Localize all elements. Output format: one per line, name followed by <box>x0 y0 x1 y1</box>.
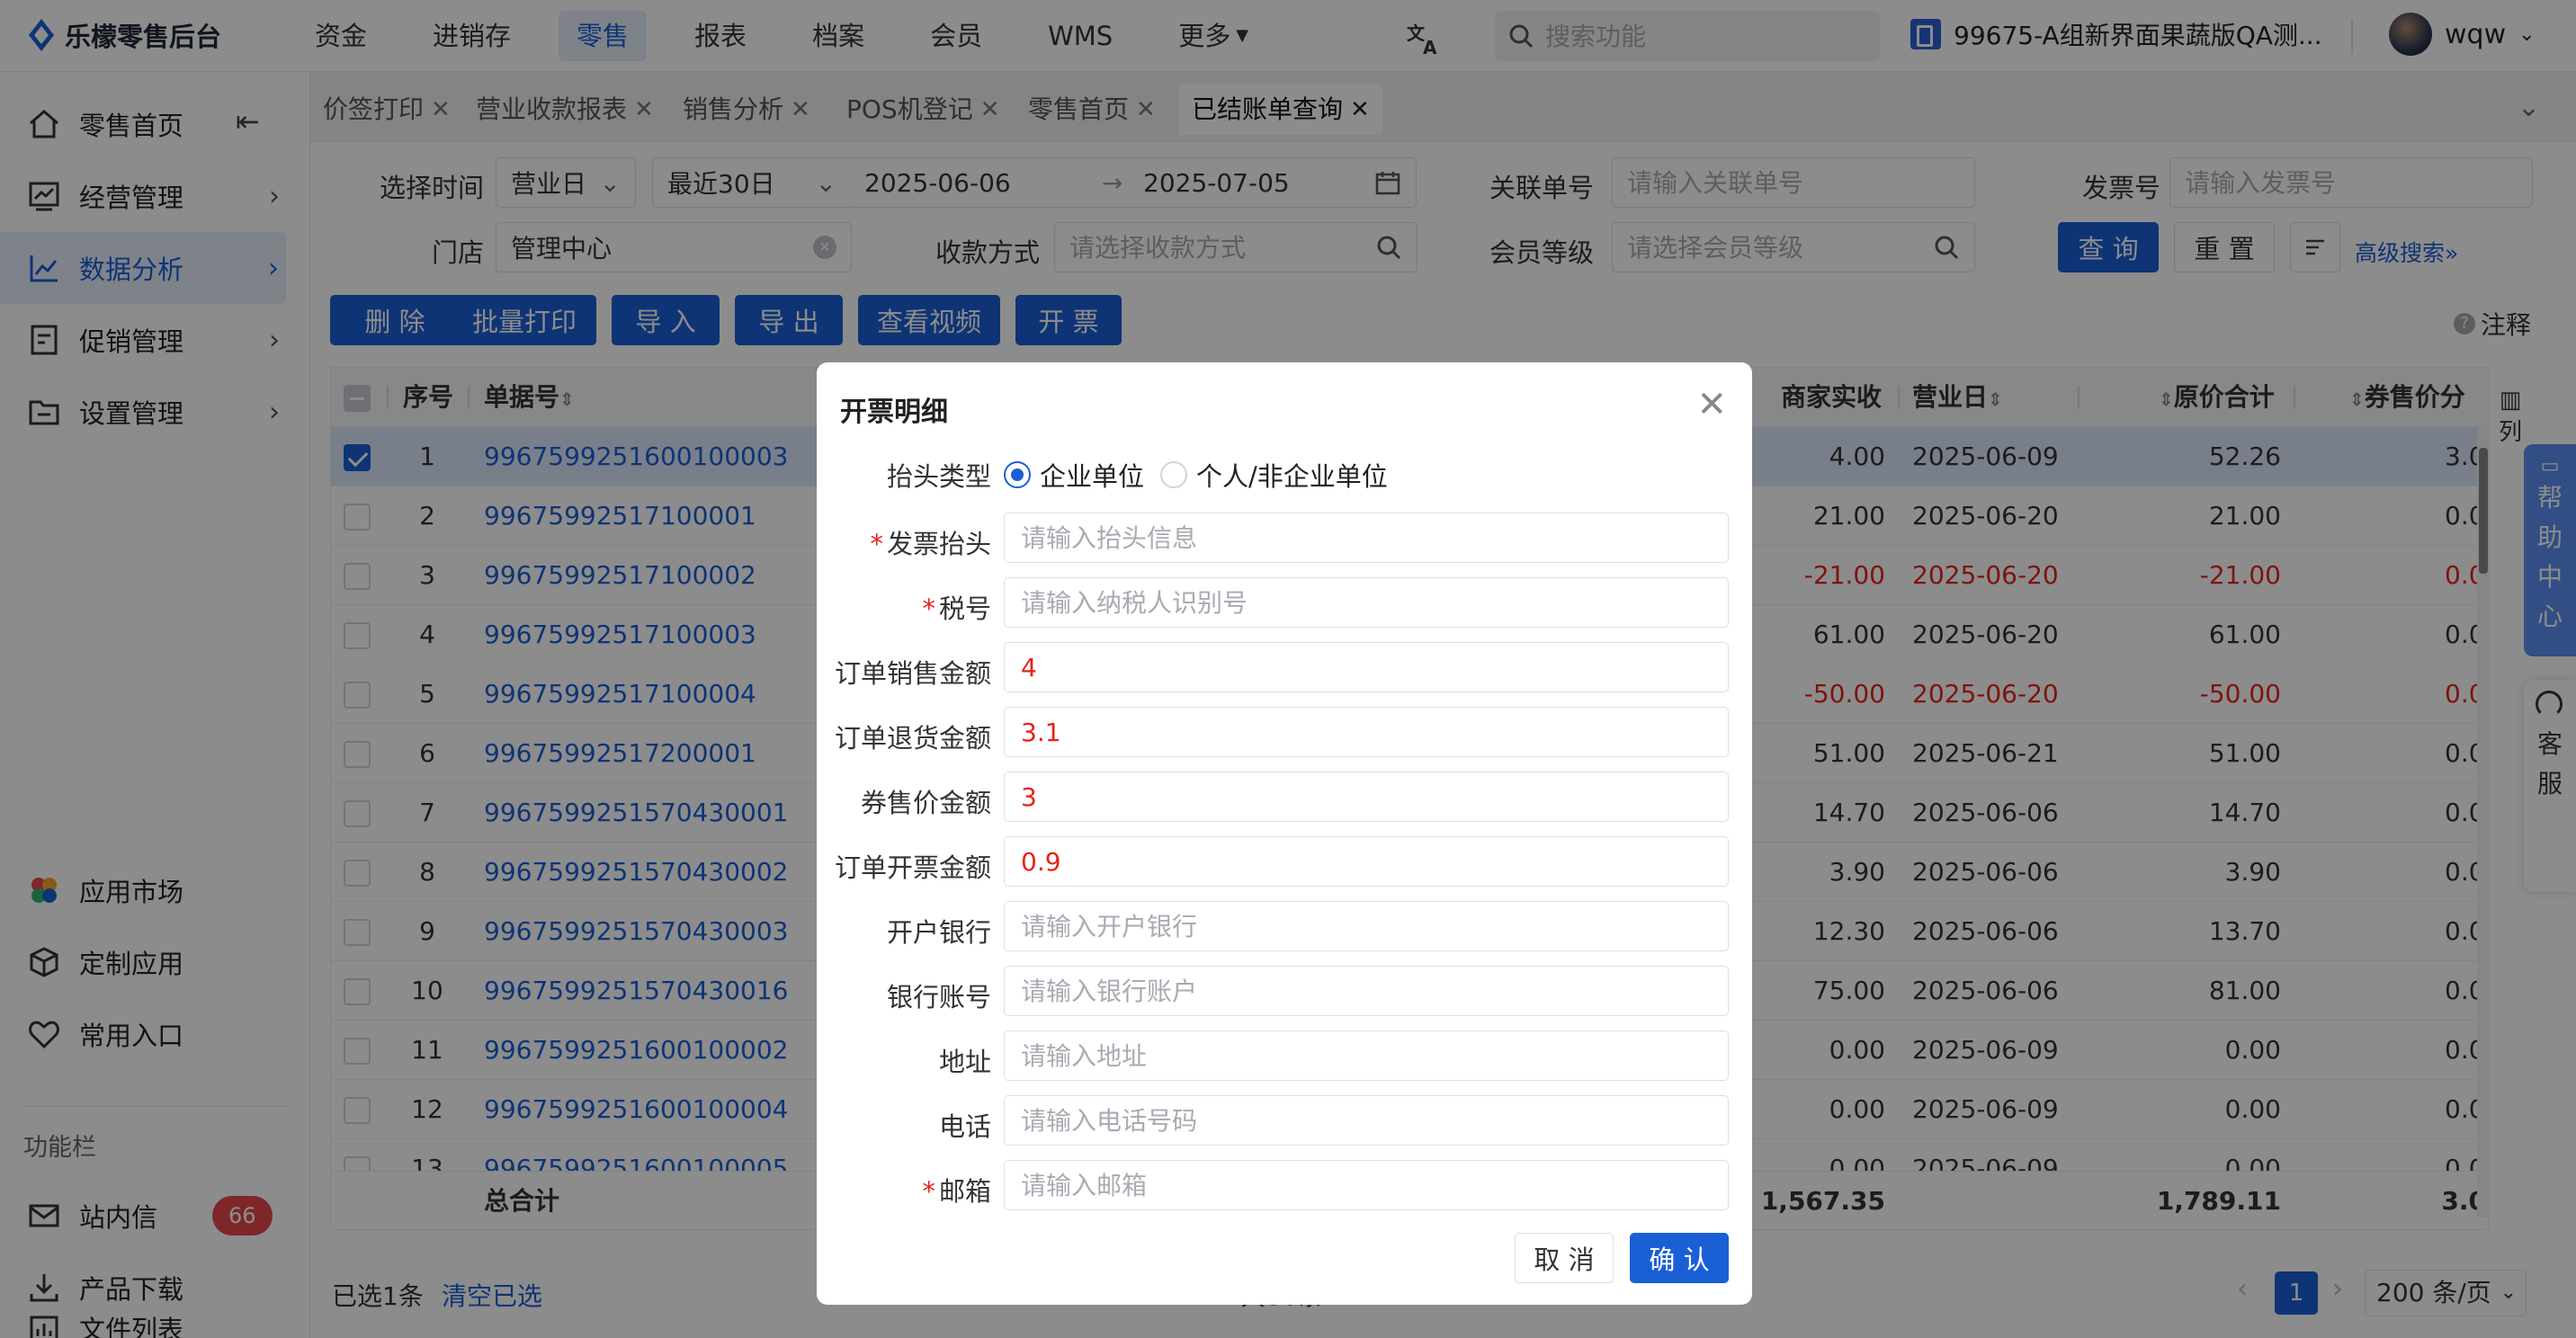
modal-title: 开票明细 <box>840 397 948 428</box>
radio-enterprise[interactable]: 企业单位 <box>1004 456 1144 494</box>
form-label: 开户银行 <box>886 917 991 948</box>
form-input[interactable] <box>1004 513 1729 563</box>
form-input[interactable] <box>1004 1095 1729 1146</box>
header-type-label: 抬头类型 <box>886 461 991 492</box>
radio-checked-icon <box>1004 461 1031 488</box>
form-label: 电话 <box>938 1111 991 1142</box>
close-icon[interactable]: ✕ <box>1696 384 1727 425</box>
form-input[interactable] <box>1004 1030 1729 1081</box>
form-input[interactable] <box>1004 577 1729 628</box>
form-label: * 发票抬头 <box>870 529 991 559</box>
form-label: 券售价金额 <box>860 788 991 818</box>
form-label: 订单开票金额 <box>834 852 991 883</box>
invoice-detail-modal: 开票明细 ✕ 抬头类型 企业单位 个人/非企业单位 *发票抬头 *税号订单销售金额… <box>817 362 1752 1305</box>
form-label: * 邮箱 <box>922 1176 991 1207</box>
required-mark: * <box>922 593 935 624</box>
form-input[interactable] <box>1004 901 1729 951</box>
form-input[interactable] <box>1004 966 1729 1016</box>
form-input[interactable] <box>1004 642 1729 692</box>
form-input[interactable] <box>1004 772 1729 822</box>
cancel-button[interactable]: 取 消 <box>1515 1233 1614 1283</box>
form-label: 地址 <box>938 1047 991 1077</box>
form-input[interactable] <box>1004 1160 1729 1210</box>
radio-personal[interactable]: 个人/非企业单位 <box>1160 456 1388 494</box>
form-input[interactable] <box>1004 707 1729 757</box>
required-mark: * <box>922 1176 935 1207</box>
form-label: * 税号 <box>922 593 991 624</box>
form-label: 订单退货金额 <box>834 723 991 754</box>
form-label: 银行账号 <box>886 982 991 1012</box>
form-label: 订单销售金额 <box>834 658 991 689</box>
radio-unchecked-icon <box>1160 461 1187 488</box>
confirm-button[interactable]: 确 认 <box>1630 1233 1729 1283</box>
required-mark: * <box>870 529 883 559</box>
form-input[interactable] <box>1004 836 1729 887</box>
